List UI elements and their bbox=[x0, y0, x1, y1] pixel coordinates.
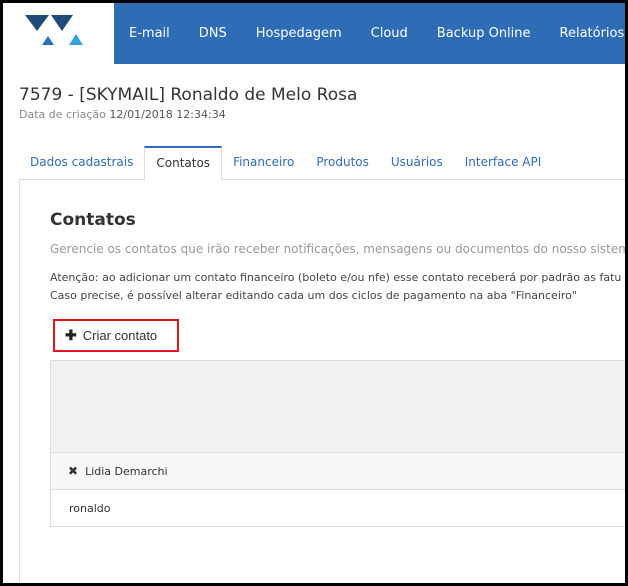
tab-financeiro[interactable]: Financeiro bbox=[222, 146, 305, 180]
create-contact-label: Criar contato bbox=[82, 328, 158, 343]
triangle-logo-icon bbox=[25, 15, 83, 45]
remove-contact-icon[interactable]: ✖ bbox=[68, 464, 78, 478]
create-contact-button[interactable]: ✚ Criar contato bbox=[53, 319, 179, 352]
tab-contatos[interactable]: Contatos bbox=[144, 146, 223, 180]
contacts-header bbox=[51, 361, 625, 453]
top-bar: E-mail DNS Hospedagem Cloud Backup Onlin… bbox=[3, 3, 625, 64]
financial-warning: Atenção: ao adicionar um contato finance… bbox=[50, 269, 621, 305]
app-frame: E-mail DNS Hospedagem Cloud Backup Onlin… bbox=[3, 3, 625, 583]
tab-produtos[interactable]: Produtos bbox=[305, 146, 380, 180]
nav-hospedagem[interactable]: Hospedagem bbox=[241, 3, 356, 64]
tab-usuarios[interactable]: Usuários bbox=[380, 146, 454, 180]
creation-label: Data de criação bbox=[19, 108, 106, 121]
nav-relatorios[interactable]: Relatórios bbox=[545, 3, 625, 64]
nav-backup-online[interactable]: Backup Online bbox=[422, 3, 545, 64]
section-title: Contatos bbox=[50, 210, 136, 230]
contact-detail: ronaldo bbox=[69, 502, 111, 515]
logo[interactable] bbox=[3, 3, 114, 64]
nav-cloud[interactable]: Cloud bbox=[356, 3, 422, 64]
page-title: 7579 - [SKYMAIL] Ronaldo de Melo Rosa bbox=[19, 85, 358, 105]
nav-dns[interactable]: DNS bbox=[184, 3, 241, 64]
creation-value: 12/01/2018 12:34:34 bbox=[109, 108, 226, 121]
tab-dados-cadastrais[interactable]: Dados cadastrais bbox=[19, 146, 144, 180]
creation-date: Data de criação 12/01/2018 12:34:34 bbox=[19, 108, 226, 121]
section-description: Gerencie os contatos que irão receber no… bbox=[50, 242, 625, 256]
contacts-list: ✖ Lidia Demarchi ronaldo bbox=[50, 360, 625, 527]
main-nav: E-mail DNS Hospedagem Cloud Backup Onlin… bbox=[114, 3, 625, 64]
plus-icon: ✚ bbox=[65, 327, 77, 343]
warning-line-2: Caso precise, é possível alterar editand… bbox=[50, 289, 577, 302]
tab-interface-api[interactable]: Interface API bbox=[454, 146, 553, 180]
contact-item: ✖ Lidia Demarchi bbox=[51, 453, 625, 490]
contact-name: Lidia Demarchi bbox=[85, 464, 168, 478]
nav-email[interactable]: E-mail bbox=[114, 3, 184, 64]
tab-bar: Dados cadastrais Contatos Financeiro Pro… bbox=[19, 146, 625, 180]
warning-line-1: Atenção: ao adicionar um contato finance… bbox=[50, 271, 622, 284]
